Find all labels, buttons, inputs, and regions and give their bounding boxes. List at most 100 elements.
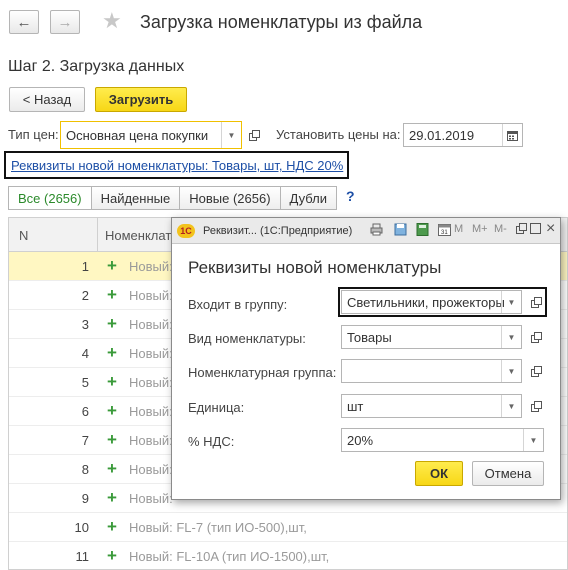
dialog-window-title: Реквизит... (1С:Предприятие) bbox=[203, 225, 353, 237]
row-text: Новый: bbox=[129, 346, 173, 361]
plus-icon: + bbox=[107, 430, 117, 449]
row-number: 7 bbox=[81, 433, 89, 448]
arrow-right-icon: → bbox=[57, 13, 73, 31]
1c-logo-icon: 1C bbox=[177, 224, 195, 238]
vat-label: % НДС: bbox=[188, 434, 235, 449]
row-text: Новый: FL-7 (тип ИО-500),шт, bbox=[129, 520, 307, 535]
row-number: 5 bbox=[81, 375, 89, 390]
group-label: Входит в группу: bbox=[188, 297, 288, 312]
m-minus-icon[interactable]: M- bbox=[494, 223, 507, 235]
restore-icon[interactable] bbox=[516, 223, 527, 237]
row-number: 3 bbox=[81, 317, 89, 332]
unit-value: шт bbox=[347, 398, 364, 414]
dropdown-arrow-icon[interactable]: ▼ bbox=[501, 395, 521, 417]
step-title: Шаг 2. Загрузка данных bbox=[8, 58, 185, 75]
row-number: 9 bbox=[81, 491, 89, 506]
kind-label: Вид номенклатуры: bbox=[188, 331, 306, 346]
vat-field[interactable]: 20% ▼ bbox=[341, 428, 544, 452]
unit-label: Единица: bbox=[188, 400, 245, 415]
open-icon[interactable] bbox=[527, 362, 545, 380]
plus-icon: + bbox=[107, 517, 117, 536]
price-type-field[interactable]: Основная цена покупки ▼ bbox=[60, 121, 260, 149]
row-number: 8 bbox=[81, 462, 89, 477]
load-button[interactable]: Загрузить bbox=[95, 87, 187, 112]
price-type-label: Тип цен: bbox=[8, 127, 59, 142]
dropdown-arrow-icon[interactable]: ▼ bbox=[501, 360, 521, 382]
dropdown-arrow-icon[interactable]: ▼ bbox=[221, 122, 241, 148]
row-text: Новый: bbox=[129, 375, 173, 390]
requisites-link[interactable]: Реквизиты новой номенклатуры: Товары, шт… bbox=[11, 158, 343, 173]
dialog-heading: Реквизиты новой номенклатуры bbox=[188, 258, 442, 277]
cancel-button[interactable]: Отмена bbox=[472, 461, 544, 486]
filter-tabs: Все (2656) Найденные Новые (2656) Дубли bbox=[8, 186, 337, 210]
price-type-value: Основная цена покупки bbox=[66, 127, 209, 143]
m-icon[interactable]: M bbox=[454, 223, 463, 235]
dropdown-arrow-icon[interactable]: ▼ bbox=[523, 429, 543, 451]
dropdown-arrow-icon[interactable]: ▼ bbox=[501, 326, 521, 348]
tab-duplicates[interactable]: Дубли bbox=[279, 186, 337, 210]
kind-field[interactable]: Товары ▼ bbox=[341, 325, 542, 349]
m-plus-icon[interactable]: M+ bbox=[472, 223, 488, 235]
plus-icon: + bbox=[107, 343, 117, 362]
plus-icon: + bbox=[107, 285, 117, 304]
row-number: 10 bbox=[74, 520, 89, 535]
row-number: 4 bbox=[81, 346, 89, 361]
kind-value: Товары bbox=[347, 329, 392, 345]
forward-nav-button[interactable]: → bbox=[50, 10, 80, 34]
open-icon[interactable] bbox=[245, 126, 263, 144]
row-text: Новый: bbox=[129, 288, 173, 303]
unit-field[interactable]: шт ▼ bbox=[341, 394, 542, 418]
table-row[interactable]: 10 + Новый: FL-7 (тип ИО-500),шт, bbox=[9, 513, 567, 542]
save-icon[interactable] bbox=[394, 223, 407, 239]
tab-new[interactable]: Новые (2656) bbox=[179, 186, 281, 210]
row-text: Новый: bbox=[129, 259, 173, 274]
plus-icon: + bbox=[107, 459, 117, 478]
back-button[interactable]: < Назад bbox=[9, 87, 85, 112]
dialog-titlebar[interactable]: 1C Реквизит... (1С:Предприятие) 31 M M+ … bbox=[172, 218, 560, 244]
row-number: 2 bbox=[81, 288, 89, 303]
calendar-icon[interactable]: 31 bbox=[438, 223, 451, 239]
row-number: 11 bbox=[75, 549, 90, 564]
tab-found[interactable]: Найденные bbox=[90, 186, 181, 210]
plus-icon: + bbox=[107, 256, 117, 275]
group-field[interactable]: Светильники, прожекторы ▼ bbox=[341, 290, 542, 314]
print-icon[interactable] bbox=[370, 223, 383, 239]
vat-value: 20% bbox=[347, 432, 374, 448]
column-header-n[interactable]: N bbox=[19, 228, 28, 243]
set-prices-label: Установить цены на: bbox=[276, 127, 401, 142]
row-text: Новый: bbox=[129, 404, 173, 419]
back-nav-button[interactable]: ← bbox=[9, 10, 39, 34]
row-text: Новый: FL-10A (тип ИО-1500),шт, bbox=[129, 549, 330, 564]
requisites-dialog: 1C Реквизит... (1С:Предприятие) 31 M M+ … bbox=[171, 217, 561, 500]
ok-button[interactable]: ОК bbox=[415, 461, 463, 486]
nom-group-label: Номенклатурная группа: bbox=[188, 365, 337, 380]
table-row[interactable]: 11 + Новый: FL-10A (тип ИО-1500),шт, bbox=[9, 542, 567, 569]
help-icon[interactable]: ? bbox=[346, 188, 355, 204]
dropdown-arrow-icon[interactable]: ▼ bbox=[501, 291, 521, 313]
calendar-icon[interactable] bbox=[502, 124, 522, 146]
svg-text:31: 31 bbox=[441, 230, 448, 236]
plus-icon: + bbox=[107, 401, 117, 420]
open-icon[interactable] bbox=[527, 397, 545, 415]
tab-all[interactable]: Все (2656) bbox=[8, 186, 92, 210]
close-icon[interactable]: × bbox=[546, 220, 555, 238]
plus-icon: + bbox=[107, 546, 117, 565]
row-number: 6 bbox=[81, 404, 89, 419]
price-date-value: 29.01.2019 bbox=[409, 127, 475, 143]
row-text: Новый: bbox=[129, 317, 173, 332]
favorite-star-icon[interactable]: ★ bbox=[102, 8, 122, 34]
row-text: Новый: bbox=[129, 491, 173, 506]
calculator-icon[interactable] bbox=[416, 223, 429, 239]
row-number: 1 bbox=[81, 259, 89, 274]
open-icon[interactable] bbox=[527, 293, 545, 311]
plus-icon: + bbox=[107, 314, 117, 333]
plus-icon: + bbox=[107, 488, 117, 507]
open-icon[interactable] bbox=[527, 328, 545, 346]
price-date-field[interactable]: 29.01.2019 bbox=[403, 123, 523, 147]
column-divider bbox=[97, 218, 98, 252]
row-text: Новый: bbox=[129, 462, 173, 477]
maximize-icon[interactable] bbox=[530, 223, 541, 237]
group-value: Светильники, прожекторы bbox=[347, 294, 505, 310]
nom-group-field[interactable]: ▼ bbox=[341, 359, 542, 383]
row-text: Новый: bbox=[129, 433, 173, 448]
